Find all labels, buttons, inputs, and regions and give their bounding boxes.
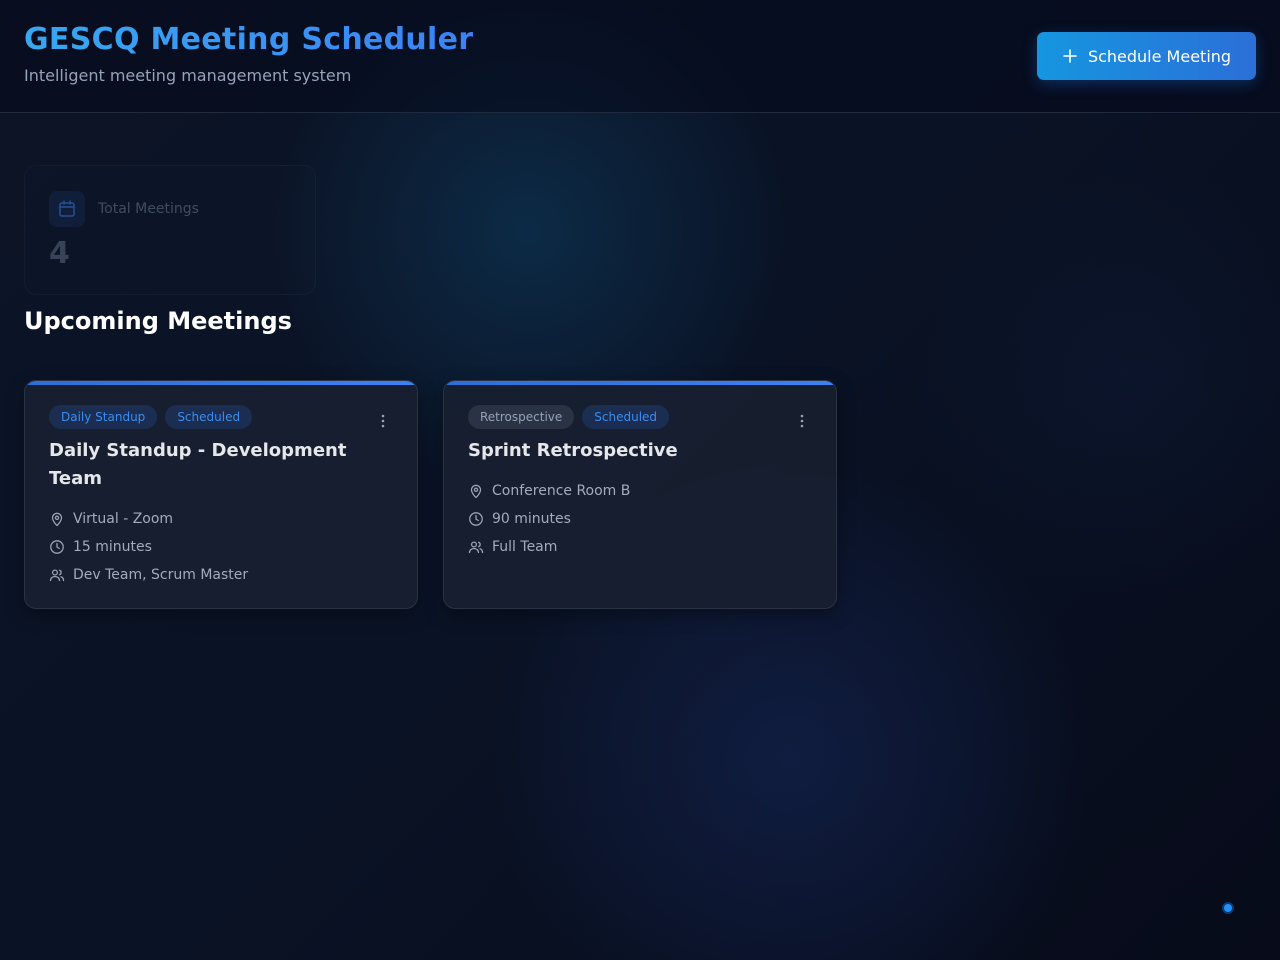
meeting-card[interactable]: Daily Standup Scheduled Daily Standup - … — [24, 380, 418, 609]
meeting-attendees-text: Full Team — [492, 539, 558, 555]
meeting-title: Sprint Retrospective — [468, 440, 678, 461]
calendar-icon — [59, 200, 75, 217]
meeting-title: Daily Standup - Development Team — [49, 440, 347, 489]
users-icon — [468, 541, 484, 554]
meeting-type-tag: Retrospective — [468, 405, 575, 429]
meeting-attendees-text: Dev Team, Scrum Master — [73, 567, 249, 583]
clock-icon — [50, 540, 64, 554]
meeting-tags: Retrospective Scheduled — [468, 405, 670, 429]
more-vertical-icon — [381, 414, 385, 428]
meeting-attendees: Full Team — [468, 537, 630, 557]
meeting-menu-button[interactable] — [792, 411, 812, 431]
card-accent-bar — [444, 381, 836, 385]
stat-icon-container — [49, 191, 85, 227]
upcoming-meetings-title: Upcoming Meetings — [24, 307, 292, 335]
map-pin-icon — [51, 512, 63, 527]
clock-icon — [469, 512, 483, 526]
meeting-tags: Daily Standup Scheduled — [49, 405, 253, 429]
meeting-menu-button[interactable] — [373, 411, 393, 431]
schedule-meeting-button[interactable]: Schedule Meeting — [1037, 32, 1256, 80]
meeting-attendees: Dev Team, Scrum Master — [49, 565, 248, 585]
meeting-location: Conference Room B — [468, 481, 630, 501]
map-pin-icon — [470, 484, 482, 499]
meeting-status-tag: Scheduled — [582, 405, 670, 429]
meeting-duration-text: 90 minutes — [492, 511, 571, 527]
meeting-location: Virtual - Zoom — [49, 509, 248, 529]
app-subtitle: Intelligent meeting management system — [24, 66, 352, 85]
schedule-meeting-label: Schedule Meeting — [1087, 46, 1232, 66]
meeting-card[interactable]: Retrospective Scheduled Sprint Retrospec… — [443, 380, 837, 609]
total-meetings-value: 4 — [49, 236, 70, 271]
app-title: GESCQ Meeting Scheduler — [24, 22, 474, 57]
meeting-location-text: Virtual - Zoom — [73, 511, 174, 527]
more-vertical-icon — [800, 414, 804, 428]
plus-icon — [1063, 49, 1077, 63]
meeting-duration: 15 minutes — [49, 537, 248, 557]
meeting-details: Conference Room B 90 minutes Full Team — [468, 481, 630, 557]
meeting-details: Virtual - Zoom 15 minutes Dev Team, Scru… — [49, 509, 248, 585]
meeting-duration: 90 minutes — [468, 509, 630, 529]
total-meetings-card: Total Meetings 4 — [24, 165, 316, 295]
meeting-location-text: Conference Room B — [492, 483, 631, 499]
total-meetings-label: Total Meetings — [98, 201, 199, 217]
meeting-type-tag: Daily Standup — [49, 405, 158, 429]
status-indicator — [1224, 904, 1232, 912]
meeting-duration-text: 15 minutes — [73, 539, 152, 555]
app-header: GESCQ Meeting Scheduler Intelligent meet… — [0, 0, 1280, 113]
card-accent-bar — [25, 381, 417, 385]
users-icon — [49, 569, 65, 582]
meeting-status-tag: Scheduled — [165, 405, 253, 429]
